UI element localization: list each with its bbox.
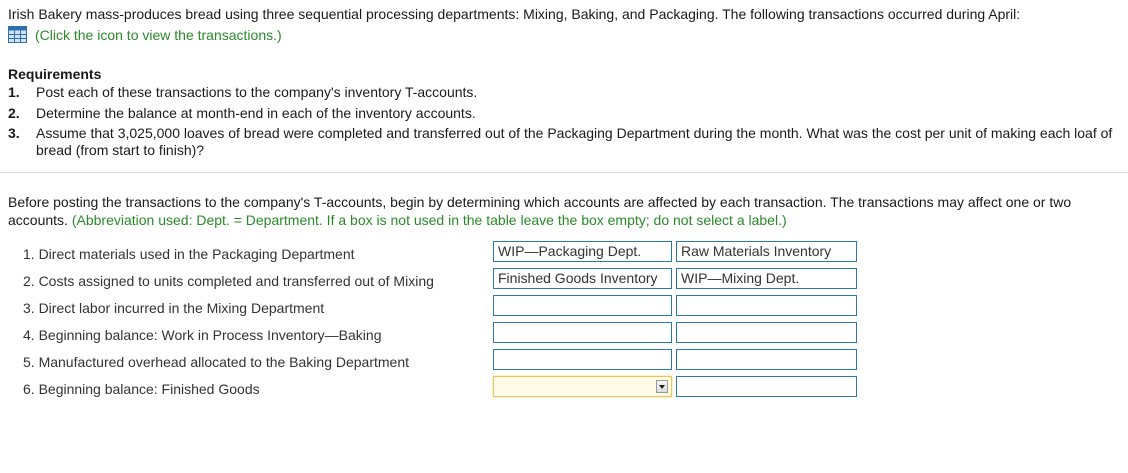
transaction-label: 5. Manufactured overhead allocated to th… (23, 354, 410, 370)
intro-text: Irish Bakery mass-produces bread using t… (8, 6, 1021, 22)
account-2-field[interactable]: WIP—Mixing Dept. (676, 268, 857, 289)
requirement-number: 3. (8, 125, 20, 141)
instructions-note: (Abbreviation used: Dept. = Department. … (71, 212, 787, 228)
transaction-label: 1. Direct materials used in the Packagin… (23, 246, 355, 262)
requirement-text: Determine the balance at month-end in ea… (36, 105, 476, 121)
table-icon[interactable] (8, 26, 27, 43)
requirement-item: 2. Determine the balance at month-end in… (8, 105, 1121, 122)
requirement-text: Assume that 3,025,000 loaves of bread we… (36, 125, 1113, 158)
account-1-dropdown[interactable] (493, 376, 672, 397)
transactions-link[interactable]: (Click the icon to view the transactions… (8, 26, 282, 43)
requirement-number: 2. (8, 105, 20, 121)
account-2-field[interactable] (676, 376, 857, 397)
account-1-field[interactable] (493, 349, 672, 370)
requirements-title: Requirements (8, 66, 102, 82)
transaction-label: 2. Costs assigned to units completed and… (23, 273, 434, 289)
chevron-down-icon[interactable] (656, 380, 668, 393)
account-1-field[interactable]: WIP—Packaging Dept. (493, 241, 672, 262)
account-2-field[interactable] (676, 322, 857, 343)
transaction-label: 6. Beginning balance: Finished Goods (23, 381, 260, 397)
requirement-text: Post each of these transactions to the c… (36, 84, 478, 100)
requirement-number: 1. (8, 84, 20, 100)
transactions-link-text[interactable]: (Click the icon to view the transactions… (35, 27, 282, 43)
account-1-field[interactable] (493, 322, 672, 343)
account-1-field[interactable]: Finished Goods Inventory (493, 268, 672, 289)
requirement-item: 3. Assume that 3,025,000 loaves of bread… (8, 125, 1121, 159)
account-2-field[interactable]: Raw Materials Inventory (676, 241, 857, 262)
instructions: Before posting the transactions to the c… (8, 193, 1123, 229)
requirement-item: 1. Post each of these transactions to th… (8, 84, 1121, 101)
account-2-field[interactable] (676, 295, 857, 316)
divider (0, 172, 1128, 173)
transaction-label: 4. Beginning balance: Work in Process In… (23, 327, 382, 343)
account-2-field[interactable] (676, 349, 857, 370)
transaction-label: 3. Direct labor incurred in the Mixing D… (23, 300, 325, 316)
account-1-field[interactable] (493, 295, 672, 316)
